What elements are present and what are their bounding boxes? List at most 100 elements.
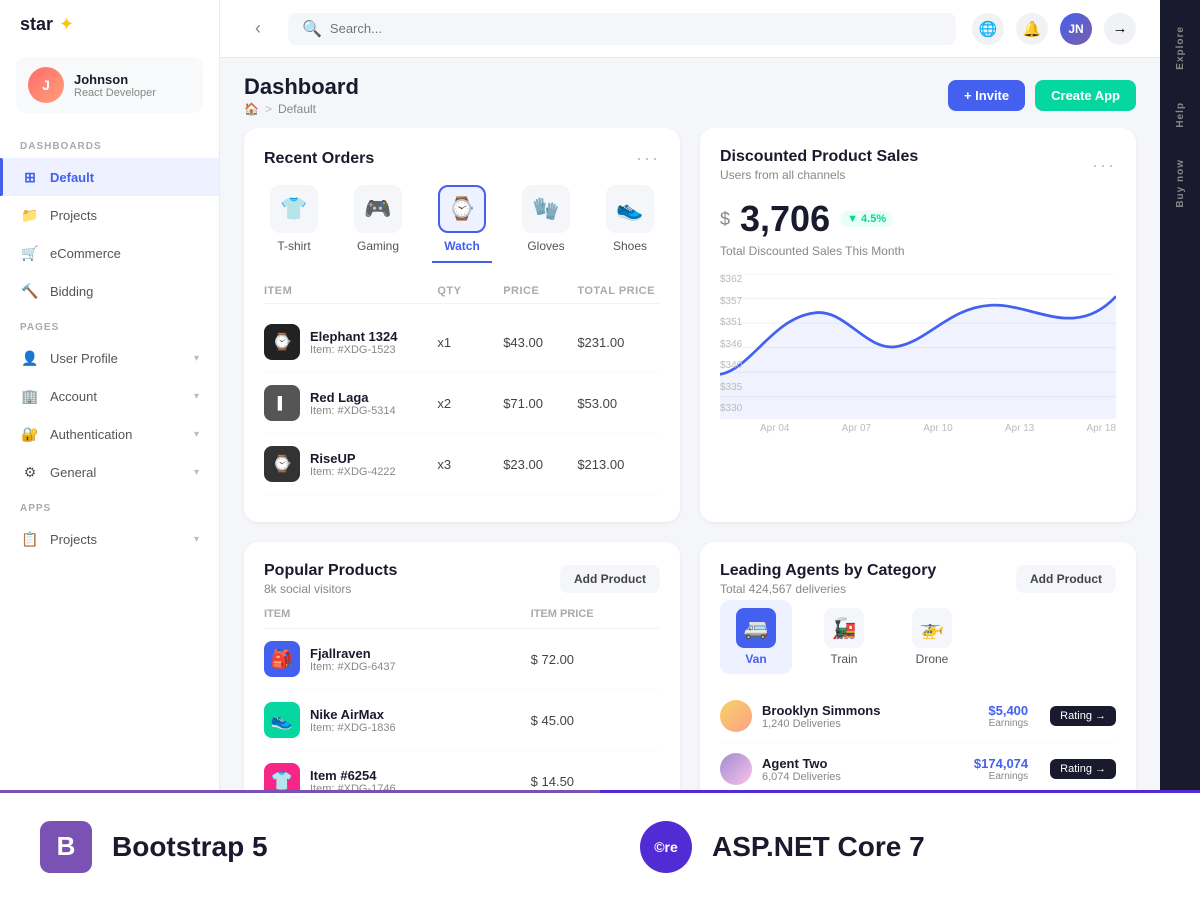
chevron-down-icon: ▾ bbox=[194, 353, 199, 364]
item-id: Item: #XDG-1836 bbox=[310, 722, 396, 734]
tab-train[interactable]: 🚂 Train bbox=[808, 600, 880, 674]
section-label-pages: PAGES bbox=[0, 310, 219, 339]
discount-title: Discounted Product Sales bbox=[720, 148, 918, 166]
agent-earnings-area: $174,074 Earnings bbox=[974, 756, 1028, 782]
item-id: Item: #XDG-6437 bbox=[310, 661, 396, 673]
sidebar-item-projects-app[interactable]: 📋 Projects ▾ bbox=[0, 520, 219, 558]
sidebar-item-bidding[interactable]: 🔨 Bidding bbox=[0, 272, 219, 310]
agent-info: Agent Two 6,074 Deliveries bbox=[762, 756, 841, 783]
item-qty: x3 bbox=[437, 457, 495, 472]
sidebar-item-user-profile[interactable]: 👤 User Profile ▾ bbox=[0, 339, 219, 377]
agent-earnings: $174,074 bbox=[974, 756, 1028, 771]
tshirt-icon: 👕 bbox=[270, 185, 318, 233]
logo-text: star bbox=[20, 14, 53, 35]
chart-area: $362 $357 $351 $346 $340 $335 $330 bbox=[720, 274, 1116, 434]
collapse-sidebar-button[interactable]: ‹ bbox=[244, 15, 272, 43]
tab-drone[interactable]: 🚁 Drone bbox=[896, 600, 968, 674]
explore-item[interactable]: Explore bbox=[1167, 10, 1194, 86]
item-image: 👟 bbox=[264, 702, 300, 738]
tab-watch[interactable]: ⌚ Watch bbox=[432, 185, 492, 263]
sidebar-item-label: Default bbox=[50, 170, 94, 185]
hammer-icon: 🔨 bbox=[20, 281, 40, 301]
chart-x-labels: Apr 04 Apr 07 Apr 10 Apr 13 Apr 18 bbox=[720, 419, 1116, 434]
table-row: ⌚ RiseUP Item: #XDG-4222 x3 $23.00 $213.… bbox=[264, 434, 660, 495]
rating-button[interactable]: Rating → bbox=[1050, 706, 1116, 726]
tab-shoes[interactable]: 👟 Shoes bbox=[600, 185, 660, 263]
sidebar-item-account[interactable]: 🏢 Account ▾ bbox=[0, 377, 219, 415]
cart-icon: 🛒 bbox=[20, 243, 40, 263]
tab-gloves[interactable]: 🧤 Gloves bbox=[516, 185, 576, 263]
user-role: React Developer bbox=[74, 87, 156, 99]
card-menu-icon[interactable]: ··· bbox=[1092, 155, 1116, 176]
item-qty: x2 bbox=[437, 396, 495, 411]
y-label: $330 bbox=[720, 403, 756, 414]
item-name: Nike AirMax bbox=[310, 707, 396, 722]
card-menu-icon[interactable]: ··· bbox=[636, 148, 660, 169]
sidebar-item-projects[interactable]: 📁 Projects bbox=[0, 196, 219, 234]
page-header: Dashboard 🏠 > Default + Invite Create Ap… bbox=[220, 58, 1160, 128]
item-total: $213.00 bbox=[577, 457, 660, 472]
item-details: Fjallraven Item: #XDG-6437 bbox=[310, 646, 396, 673]
y-label: $340 bbox=[720, 360, 756, 371]
notification-icon[interactable]: 🔔 bbox=[1016, 13, 1048, 45]
agent-name: Agent Two bbox=[762, 756, 841, 771]
item-image: ▌ bbox=[264, 385, 300, 421]
item-name: Red Laga bbox=[310, 390, 396, 405]
home-icon: 🏠 bbox=[244, 102, 259, 116]
recent-orders-header: Recent Orders ··· bbox=[264, 148, 660, 169]
van-icon: 🚐 bbox=[736, 608, 776, 648]
chart-svg bbox=[720, 274, 1116, 419]
search-icon: 🔍 bbox=[302, 19, 322, 39]
clipboard-icon: 📋 bbox=[20, 529, 40, 549]
content-grid: Recent Orders ··· 👕 T-shirt 🎮 Gaming ⌚ W… bbox=[220, 128, 1160, 900]
item-details: Elephant 1324 Item: #XDG-1523 bbox=[310, 329, 397, 356]
item-id: Item: #XDG-4222 bbox=[310, 466, 396, 478]
item-details: Red Laga Item: #XDG-5314 bbox=[310, 390, 396, 417]
popular-products-header: Popular Products 8k social visitors Add … bbox=[264, 562, 660, 596]
col-price: ITEM PRICE bbox=[531, 608, 660, 620]
sidebar-item-label: eCommerce bbox=[50, 246, 121, 261]
item-info: 👟 Nike AirMax Item: #XDG-1836 bbox=[264, 702, 523, 738]
user-icon: 👤 bbox=[20, 348, 40, 368]
item-info: 🎒 Fjallraven Item: #XDG-6437 bbox=[264, 641, 523, 677]
invite-button[interactable]: + Invite bbox=[948, 80, 1025, 111]
sidebar-item-ecommerce[interactable]: 🛒 eCommerce bbox=[0, 234, 219, 272]
sidebar-item-general[interactable]: ⚙ General ▾ bbox=[0, 453, 219, 491]
x-label: Apr 13 bbox=[1005, 423, 1034, 434]
page-title: Dashboard bbox=[244, 74, 359, 100]
sidebar-item-authentication[interactable]: 🔐 Authentication ▾ bbox=[0, 415, 219, 453]
item-price: $71.00 bbox=[503, 396, 569, 411]
product-row: 🎒 Fjallraven Item: #XDG-6437 $ 72.00 bbox=[264, 629, 660, 690]
product-row: 👟 Nike AirMax Item: #XDG-1836 $ 45.00 bbox=[264, 690, 660, 751]
add-product-button[interactable]: Add Product bbox=[560, 565, 660, 593]
sidebar-item-default[interactable]: ⊞ Default bbox=[0, 158, 219, 196]
currency-symbol: $ bbox=[720, 209, 730, 230]
earnings-label: Earnings bbox=[988, 718, 1028, 729]
search-box[interactable]: 🔍 bbox=[288, 13, 956, 45]
globe-icon[interactable]: 🌐 bbox=[972, 13, 1004, 45]
tab-van[interactable]: 🚐 Van bbox=[720, 600, 792, 674]
page-actions: + Invite Create App bbox=[948, 80, 1136, 111]
tab-gaming[interactable]: 🎮 Gaming bbox=[348, 185, 408, 263]
search-input[interactable] bbox=[330, 21, 942, 36]
create-app-button[interactable]: Create App bbox=[1035, 80, 1136, 111]
right-panel: Explore Help Buy now bbox=[1160, 0, 1200, 900]
item-id: Item: #XDG-1523 bbox=[310, 344, 397, 356]
rating-button[interactable]: Rating → bbox=[1050, 759, 1116, 779]
sidebar-item-label: User Profile bbox=[50, 351, 118, 366]
chevron-down-icon: ▾ bbox=[194, 467, 199, 478]
item-id: Item: #XDG-5314 bbox=[310, 405, 396, 417]
section-label-apps: APPS bbox=[0, 491, 219, 520]
add-product-button-2[interactable]: Add Product bbox=[1016, 565, 1116, 593]
buy-now-item[interactable]: Buy now bbox=[1167, 143, 1194, 224]
watch-icon: ⌚ bbox=[438, 185, 486, 233]
popular-products-title: Popular Products bbox=[264, 562, 397, 580]
breadcrumb-separator: > bbox=[265, 102, 272, 116]
arrow-right-icon[interactable]: → bbox=[1104, 13, 1136, 45]
leading-agents-title: Leading Agents by Category bbox=[720, 562, 936, 580]
topbar-avatar[interactable]: JN bbox=[1060, 13, 1092, 45]
user-profile-card[interactable]: J Johnson React Developer bbox=[16, 57, 203, 113]
help-item[interactable]: Help bbox=[1167, 86, 1194, 144]
tab-tshirt[interactable]: 👕 T-shirt bbox=[264, 185, 324, 263]
tab-train-label: Train bbox=[831, 652, 858, 666]
